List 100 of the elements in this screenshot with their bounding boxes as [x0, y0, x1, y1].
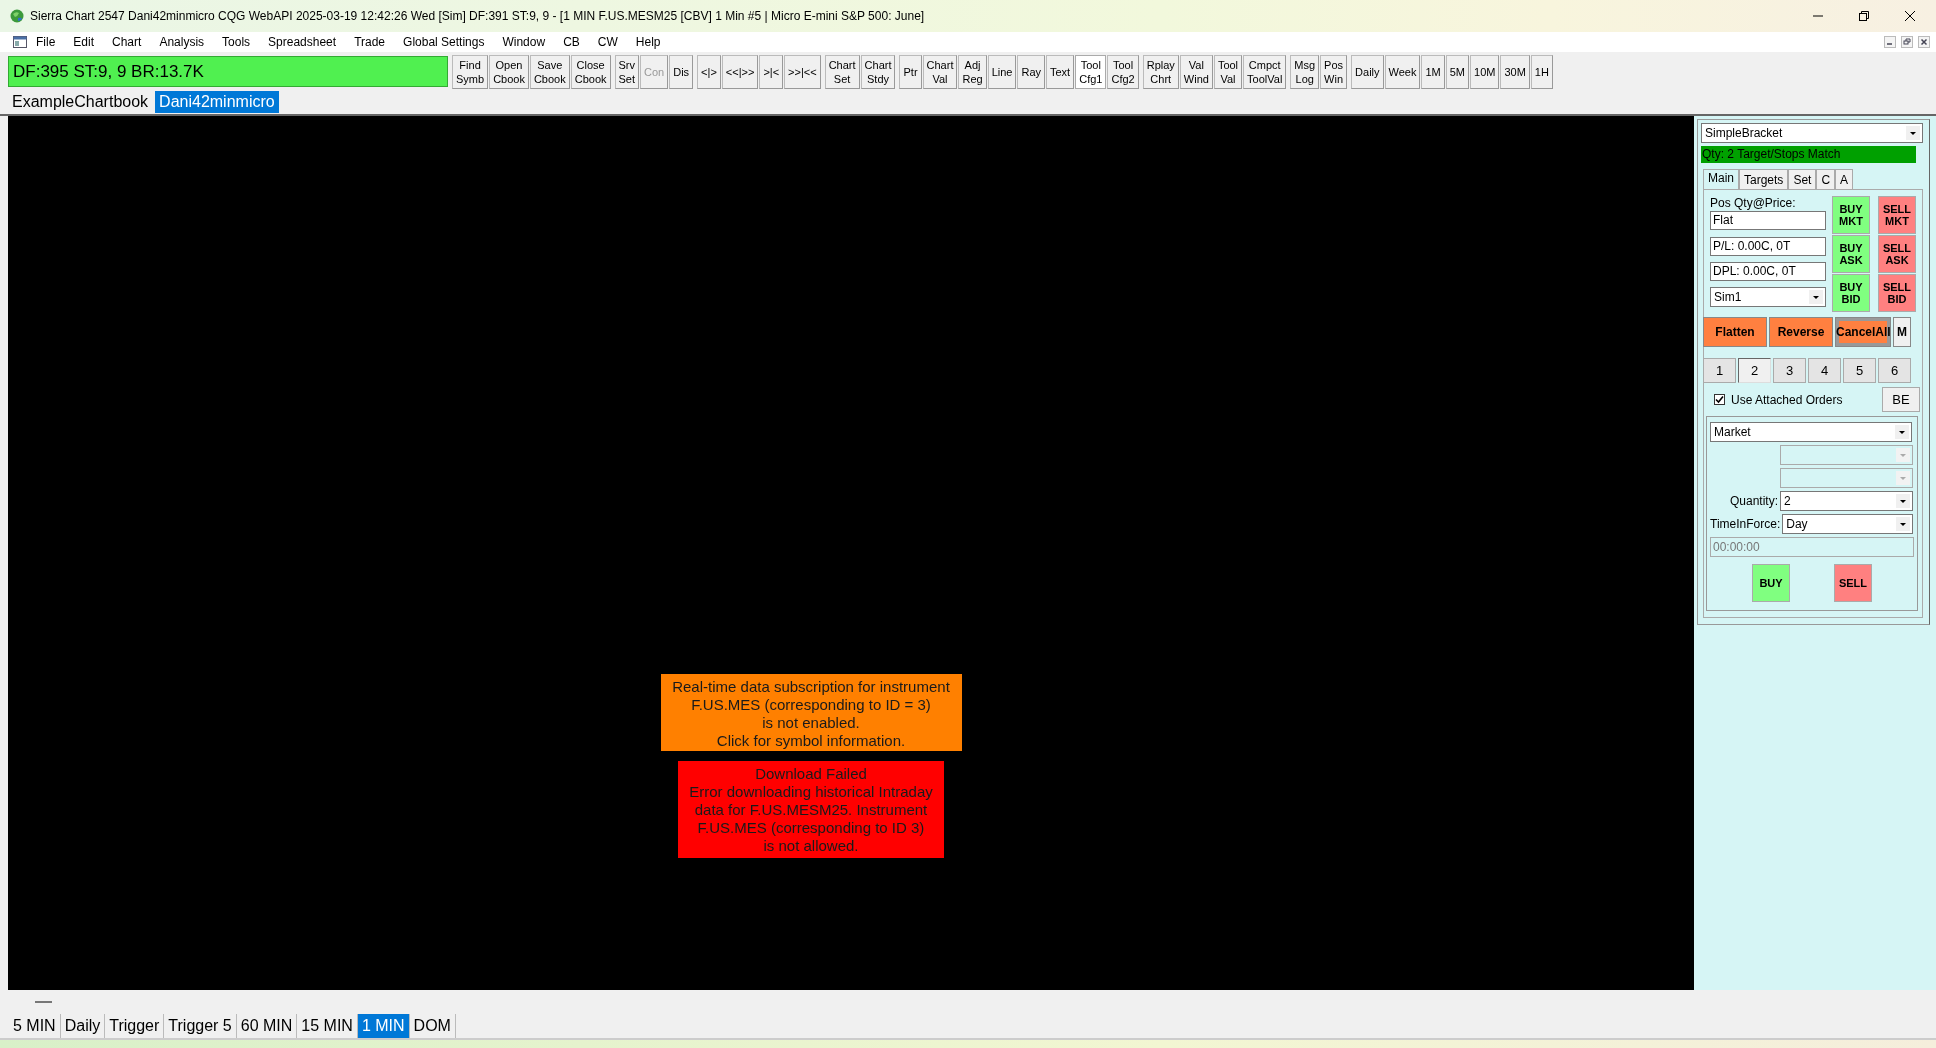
buy-button[interactable]: BUY	[1752, 564, 1790, 602]
quantity-button[interactable]: 3	[1773, 358, 1806, 383]
warning-message[interactable]: Real-time data subscription for instrument F.US.MES (corresponding to ID = 3) is not enabled. Click for symbol information.	[660, 674, 962, 751]
config-dropdown[interactable]: SimpleBracket	[1701, 123, 1923, 143]
close-icon[interactable]	[1904, 10, 1916, 22]
action-button[interactable]: CancelAll	[1835, 317, 1891, 347]
match-status: Qty: 2 Target/Stops Match	[1701, 146, 1916, 163]
quantity-button[interactable]: 2	[1738, 358, 1771, 383]
toolbar-button[interactable]: Tool Val	[1213, 54, 1243, 89]
checkbox[interactable]	[1714, 394, 1725, 405]
panel-tab[interactable]: Set	[1788, 169, 1817, 189]
chart-tab[interactable]: 60 MIN	[236, 1014, 298, 1038]
menu-item[interactable]: CB	[554, 35, 589, 49]
chart-tab[interactable]: 1 MIN	[357, 1014, 410, 1038]
toolbar-button[interactable]: Srv Set	[614, 54, 640, 89]
menu-item[interactable]: Analysis	[150, 35, 214, 49]
menu-item[interactable]: Help	[626, 35, 670, 49]
toolbar-button[interactable]: >>|<<	[784, 54, 821, 89]
toolbar-button[interactable]: 10M	[1470, 54, 1500, 89]
toolbar-button[interactable]: Chart Set	[824, 54, 860, 89]
chart-tab[interactable]: 5 MIN	[9, 1014, 61, 1038]
quantity-button[interactable]: 4	[1808, 358, 1841, 383]
quantity-button[interactable]: 5	[1843, 358, 1876, 383]
toolbar-button[interactable]: Open Cbook	[489, 54, 529, 89]
panel-tab[interactable]: C	[1816, 169, 1836, 189]
toolbar-button[interactable]: Ptr	[899, 54, 922, 89]
buy-order-button[interactable]: BUY BID	[1832, 274, 1870, 312]
panel-tab[interactable]: Targets	[1739, 169, 1789, 189]
account-dropdown[interactable]: Sim1	[1710, 287, 1826, 307]
quantity-dropdown[interactable]: 2	[1780, 491, 1913, 511]
toolbar-button[interactable]: Week	[1384, 54, 1421, 89]
panel-tab[interactable]: A	[1835, 169, 1854, 189]
checkbox-label: Use Attached Orders	[1731, 392, 1843, 407]
sell-button[interactable]: SELL	[1834, 564, 1872, 602]
buy-order-button[interactable]: BUY MKT	[1832, 196, 1870, 234]
toolbar-button[interactable]: Save Cbook	[529, 54, 570, 89]
restore-icon[interactable]	[1858, 10, 1870, 22]
menu-item[interactable]: CW	[588, 35, 627, 49]
chart-tab[interactable]: 15 MIN	[297, 1014, 358, 1038]
menu-item[interactable]: File	[27, 35, 65, 49]
chartbook-tab[interactable]: Dani42minmicro	[155, 91, 279, 113]
toolbar-button[interactable]: <|>	[697, 54, 721, 89]
buy-order-button[interactable]: BUY ASK	[1832, 235, 1870, 273]
panel-tab[interactable]: Main	[1703, 169, 1739, 189]
chartbook-tab[interactable]: ExampleChartbook	[8, 91, 153, 113]
toolbar-button[interactable]: 5M	[1445, 54, 1469, 89]
menu-item[interactable]: Spreadsheet	[259, 35, 346, 49]
toolbar-button[interactable]: Find Symb	[452, 54, 489, 89]
menu-item[interactable]: Window	[493, 35, 555, 49]
sell-order-button[interactable]: SELL BID	[1878, 274, 1916, 312]
menu-item[interactable]: Edit	[64, 35, 104, 49]
document-icon	[13, 36, 27, 48]
dropdown-value: 2	[1783, 494, 1792, 508]
toolbar-button[interactable]: Tool Cfg1	[1075, 54, 1107, 89]
toolbar-button[interactable]: Dis	[669, 54, 694, 89]
sell-order-button[interactable]: SELL ASK	[1878, 235, 1916, 273]
toolbar-button[interactable]: 30M	[1500, 54, 1530, 89]
chart-tab[interactable]: Daily	[60, 1014, 106, 1038]
chart-tab[interactable]: DOM	[409, 1014, 456, 1038]
chart-tab[interactable]: Trigger	[105, 1014, 165, 1038]
toolbar-button[interactable]: 1M	[1421, 54, 1445, 89]
toolbar-button[interactable]: Tool Cfg2	[1107, 54, 1139, 89]
toolbar-button[interactable]: Val Wind	[1179, 54, 1213, 89]
minimize-icon[interactable]	[1884, 36, 1896, 48]
toolbar-button[interactable]: Close Cbook	[570, 54, 611, 89]
toolbar-button[interactable]: Msg Log	[1290, 54, 1320, 89]
position-label: Pos Qty@Price:	[1710, 196, 1797, 211]
quantity-button[interactable]: 6	[1878, 358, 1911, 383]
menu-item[interactable]: Tools	[213, 35, 260, 49]
sell-order-button[interactable]: SELL MKT	[1878, 196, 1916, 234]
breakeven-button[interactable]: BE	[1882, 387, 1920, 412]
chart-tab[interactable]: Trigger 5	[164, 1014, 237, 1038]
action-button[interactable]: M	[1893, 317, 1911, 347]
toolbar-button[interactable]: >|<	[759, 54, 784, 89]
toolbar-button[interactable]: Line	[987, 54, 1017, 89]
menu-item[interactable]: Chart	[103, 35, 151, 49]
toolbar-button[interactable]: Adj Reg	[958, 54, 987, 89]
toolbar-button[interactable]: Ray	[1017, 54, 1045, 89]
toolbar-button[interactable]: Chart Val	[922, 54, 958, 89]
toolbar-button[interactable]: Text	[1046, 54, 1075, 89]
toolbar-button[interactable]: Pos Win	[1320, 54, 1348, 89]
close-icon[interactable]	[1918, 36, 1930, 48]
quantity-button[interactable]: 1	[1703, 358, 1736, 383]
menu-item[interactable]: Global Settings	[394, 35, 494, 49]
error-message: Download Failed Error downloading historical Intraday data for F.US.MESM25. Instrument F.US.MES (corresponding to ID 3) is not allowed.	[678, 761, 944, 858]
menu-item[interactable]: Trade	[345, 35, 395, 49]
profit-loss-field: P/L: 0.00C, 0T	[1710, 237, 1826, 256]
toolbar-button[interactable]: <<|>>	[721, 54, 759, 89]
action-button[interactable]: Reverse	[1769, 317, 1833, 347]
toolbar-button[interactable]: Cmpct ToolVal	[1243, 54, 1287, 89]
dropdown-value: Market	[1713, 425, 1752, 439]
action-button[interactable]: Flatten	[1703, 317, 1767, 347]
splitter-handle[interactable]	[35, 1001, 52, 1003]
toolbar-button[interactable]: Chart Stdy	[860, 54, 896, 89]
field-label: Quantity:	[1729, 494, 1778, 508]
order-type-dropdown[interactable]: Market	[1710, 422, 1912, 442]
toolbar-button[interactable]: 1H	[1530, 54, 1553, 89]
toolbar-button[interactable]: Rplay Chrt	[1142, 54, 1179, 89]
time-in-force-dropdown[interactable]: Day	[1782, 514, 1913, 534]
toolbar-button[interactable]: Daily	[1351, 54, 1384, 89]
